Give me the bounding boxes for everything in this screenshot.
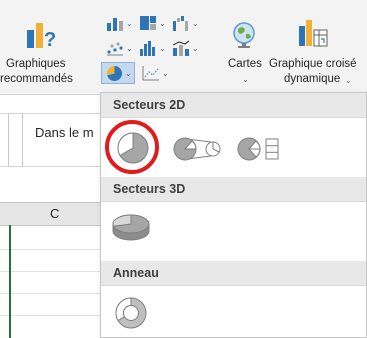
statistic-chart-button[interactable]: ⌄ [139,39,166,57]
waterfall-chart-icon [173,16,188,31]
chevron-down-icon: ⌄ [162,68,169,78]
bar-of-pie-icon [237,137,279,161]
section-title: Secteurs 3D [113,182,186,196]
pie-chart-icon [107,65,123,81]
section-header-doughnut: Anneau [101,261,366,286]
insert-ribbon: ? Graphiques recommandés ⌄ ⌄ ⌄ ⌄ ⌄ ⌄ ⌄ ⌄… [0,0,367,95]
doughnut-option[interactable] [111,293,151,333]
hierarchy-chart-icon [140,16,156,30]
bar-of-pie-option[interactable] [233,133,289,165]
chevron-down-icon: ⌄ [159,43,166,53]
column-chart-button[interactable]: ⌄ [106,14,133,32]
doughnut-icon [115,297,147,329]
statistic-chart-icon [140,41,155,56]
recommended-charts-label-1[interactable]: Graphiques [6,57,65,71]
area-chart-button[interactable]: ⌄ [142,64,169,82]
recommended-charts-label-2[interactable]: recommandés [0,72,73,86]
svg-text:?: ? [44,29,56,51]
combo-chart-button[interactable]: ⌄ [172,39,199,57]
highlight-circle [105,120,159,174]
chevron-down-icon: ⌄ [125,68,132,78]
section-header-pie-2d: Secteurs 2D [101,93,366,118]
chevron-down-icon: ⌄ [192,43,199,53]
selection-edge [9,225,11,338]
pivot-chart-label-2[interactable]: dynamique [284,72,340,86]
divider [8,114,9,166]
chevron-down-icon: ⌄ [159,18,166,28]
pie-of-pie-option[interactable] [169,133,225,165]
column-chart-icon [107,18,123,31]
section-title: Secteurs 2D [113,98,186,112]
pie-chart-dropdown: Secteurs 2D Secteurs 3D Anneau [100,92,367,338]
area-chart-icon [142,66,159,81]
pivot-chart-label-1[interactable]: Graphique croisé [269,57,357,71]
maps-globe-icon[interactable] [229,20,259,50]
hierarchy-chart-button[interactable]: ⌄ [139,14,166,32]
recommended-charts-icon[interactable]: ? [24,18,60,52]
chevron-down-icon[interactable]: ⌄ [242,73,249,87]
section-title: Anneau [113,266,159,280]
chevron-down-icon[interactable]: ⌄ [345,74,352,88]
waterfall-chart-button[interactable]: ⌄ [172,14,199,32]
pie-3d-icon [112,214,150,241]
chevron-down-icon: ⌄ [192,18,199,28]
chevron-down-icon: ⌄ [126,43,133,53]
column-header-c[interactable]: C [50,206,59,221]
pie-of-pie-icon [173,137,221,161]
chevron-down-icon: ⌄ [126,18,133,28]
pie-3d-option[interactable] [109,207,153,247]
pie-chart-button[interactable]: ⌄ [101,62,135,84]
maps-label[interactable]: Cartes [228,57,262,71]
pivot-chart-icon[interactable] [296,16,330,50]
combo-chart-icon [172,40,190,56]
formula-text: Dans le m [35,125,94,140]
section-header-pie-3d: Secteurs 3D [101,177,366,202]
formula-input[interactable]: Dans le m [22,114,112,166]
scatter-chart-icon [107,42,123,56]
scatter-chart-button[interactable]: ⌄ [106,39,133,57]
